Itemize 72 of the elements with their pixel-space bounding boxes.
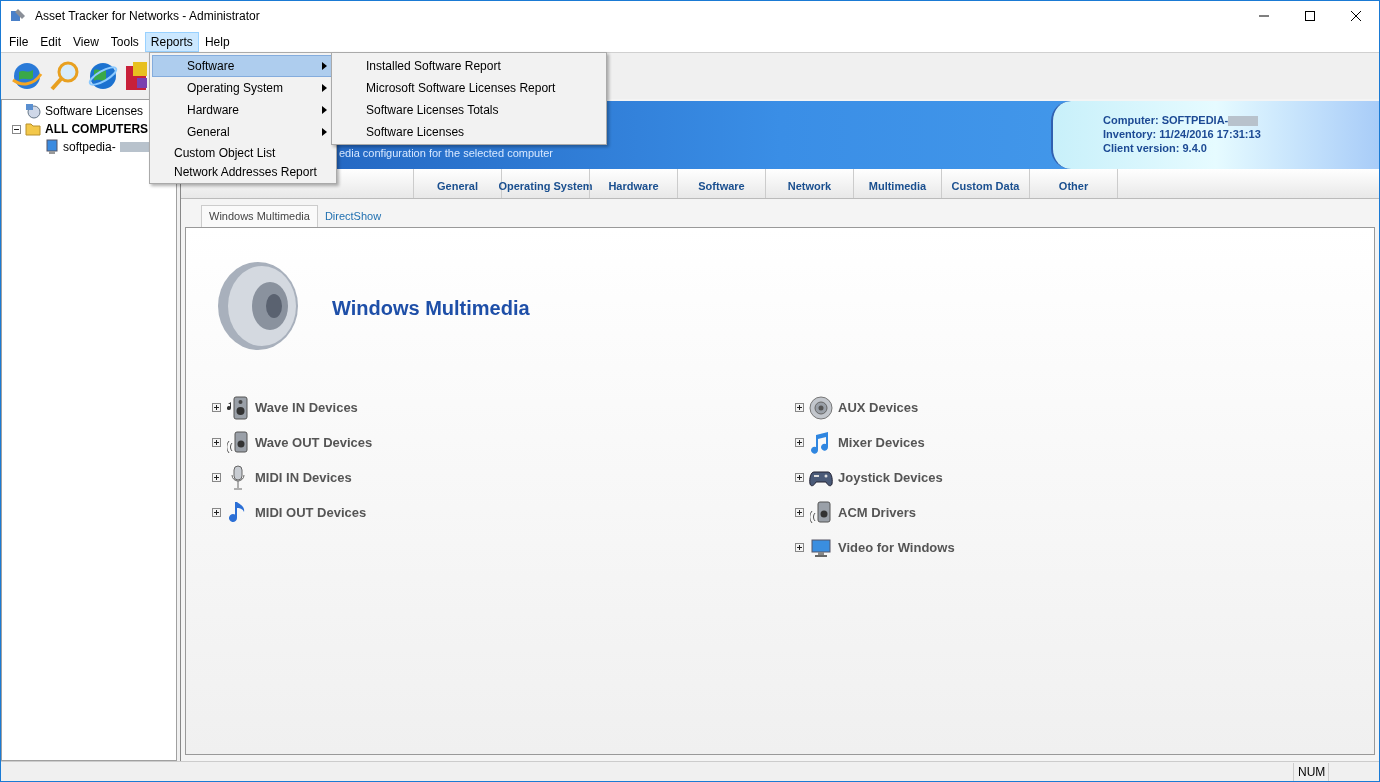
speaker-icon [227, 395, 249, 420]
sub-tab[interactable]: Windows Multimedia [201, 205, 318, 227]
microphone-icon [230, 464, 246, 491]
menu-option[interactable]: Microsoft Software Licenses Report [332, 77, 606, 99]
close-icon [1351, 11, 1361, 21]
expand-icon[interactable] [795, 438, 804, 447]
category-tab[interactable]: Other [1029, 169, 1117, 198]
collapse-icon[interactable] [12, 124, 21, 134]
menu-item[interactable]: Tools [104, 31, 145, 52]
menu-item[interactable]: File [3, 31, 35, 52]
blurred-mark [119, 142, 150, 152]
device-category[interactable]: AUX Devices [838, 397, 919, 418]
license-disc-icon [25, 103, 41, 119]
menu-option[interactable]: General [152, 121, 334, 143]
menu-option[interactable]: Software Licenses Totals [332, 99, 606, 121]
device-category[interactable]: MIDI OUT Devices [255, 502, 367, 523]
computer-name: Computer: SOFTPEDIA- [1103, 113, 1379, 127]
section-title: Windows Multimedia [332, 296, 530, 321]
submenu-arrow-icon [322, 106, 327, 114]
expand-icon[interactable] [212, 403, 221, 412]
num-lock-indicator: NUM [1293, 762, 1329, 781]
category-tab[interactable]: Multimedia [853, 169, 941, 198]
device-category[interactable]: ACM Drivers [838, 502, 917, 523]
folder-icon [25, 122, 41, 136]
device-category[interactable]: Video for Windows [838, 537, 955, 558]
monitor-icon [811, 538, 831, 557]
menu-item[interactable]: Reports [144, 31, 199, 52]
inventory-date: Inventory: 11/24/2016 17:31:13 [1103, 127, 1262, 141]
computer-icon [45, 139, 59, 155]
expand-icon[interactable] [795, 403, 804, 412]
menu-option[interactable]: Network Addresses Report [152, 162, 334, 181]
device-category[interactable]: Wave OUT Devices [255, 432, 373, 453]
tree-item[interactable]: ALL COMPUTERS [45, 120, 149, 138]
device-category[interactable]: MIDI IN Devices [255, 467, 352, 488]
tree-item[interactable]: softpedia- [63, 138, 116, 156]
menu-item[interactable]: View [67, 31, 105, 52]
menu-option[interactable]: Installed Software Report [332, 55, 606, 77]
speaker-icon [227, 430, 249, 455]
category-tab[interactable]: Software [677, 169, 765, 198]
category-tab[interactable]: Network [765, 169, 853, 198]
gamepad-icon [809, 468, 833, 487]
sub-tab[interactable]: DirectShow [317, 205, 389, 227]
expand-icon[interactable] [212, 508, 221, 517]
submenu-arrow-icon [322, 84, 327, 92]
globe-refresh-icon[interactable] [11, 60, 43, 92]
device-category[interactable]: Wave IN Devices [255, 397, 358, 418]
blurred-mark [1228, 116, 1259, 127]
window-title: Asset Tracker for Networks - Administrator [35, 8, 260, 25]
menu-option[interactable]: Custom Object List [152, 143, 334, 162]
globe-icon[interactable] [87, 60, 119, 92]
menu-option[interactable]: Operating System [152, 77, 334, 99]
menu-option[interactable]: Software [152, 55, 334, 77]
menu-option[interactable]: Hardware [152, 99, 334, 121]
menu-item[interactable]: Edit [34, 31, 68, 52]
expand-icon[interactable] [212, 438, 221, 447]
menu-option[interactable]: Software Licenses [332, 121, 606, 143]
submenu-arrow-icon [322, 128, 327, 136]
tree-item[interactable]: Software Licenses [45, 102, 144, 120]
speaker-icon [809, 395, 833, 420]
submenu-arrow-icon [322, 62, 327, 70]
client-version: Client version: 9.4.0 [1103, 141, 1208, 155]
category-tab[interactable]: Custom Data [941, 169, 1029, 198]
maximize-icon [1305, 11, 1315, 21]
expand-icon[interactable] [795, 473, 804, 482]
device-category[interactable]: Mixer Devices [838, 432, 925, 453]
device-category[interactable]: Joystick Devices [838, 467, 943, 488]
speaker-icon [810, 500, 832, 525]
expand-icon[interactable] [795, 543, 804, 552]
menu-item[interactable]: Help [198, 31, 236, 52]
expand-icon[interactable] [212, 473, 221, 482]
header-description: edia configuration for the selected computer [339, 146, 554, 161]
expand-icon[interactable] [795, 508, 804, 517]
